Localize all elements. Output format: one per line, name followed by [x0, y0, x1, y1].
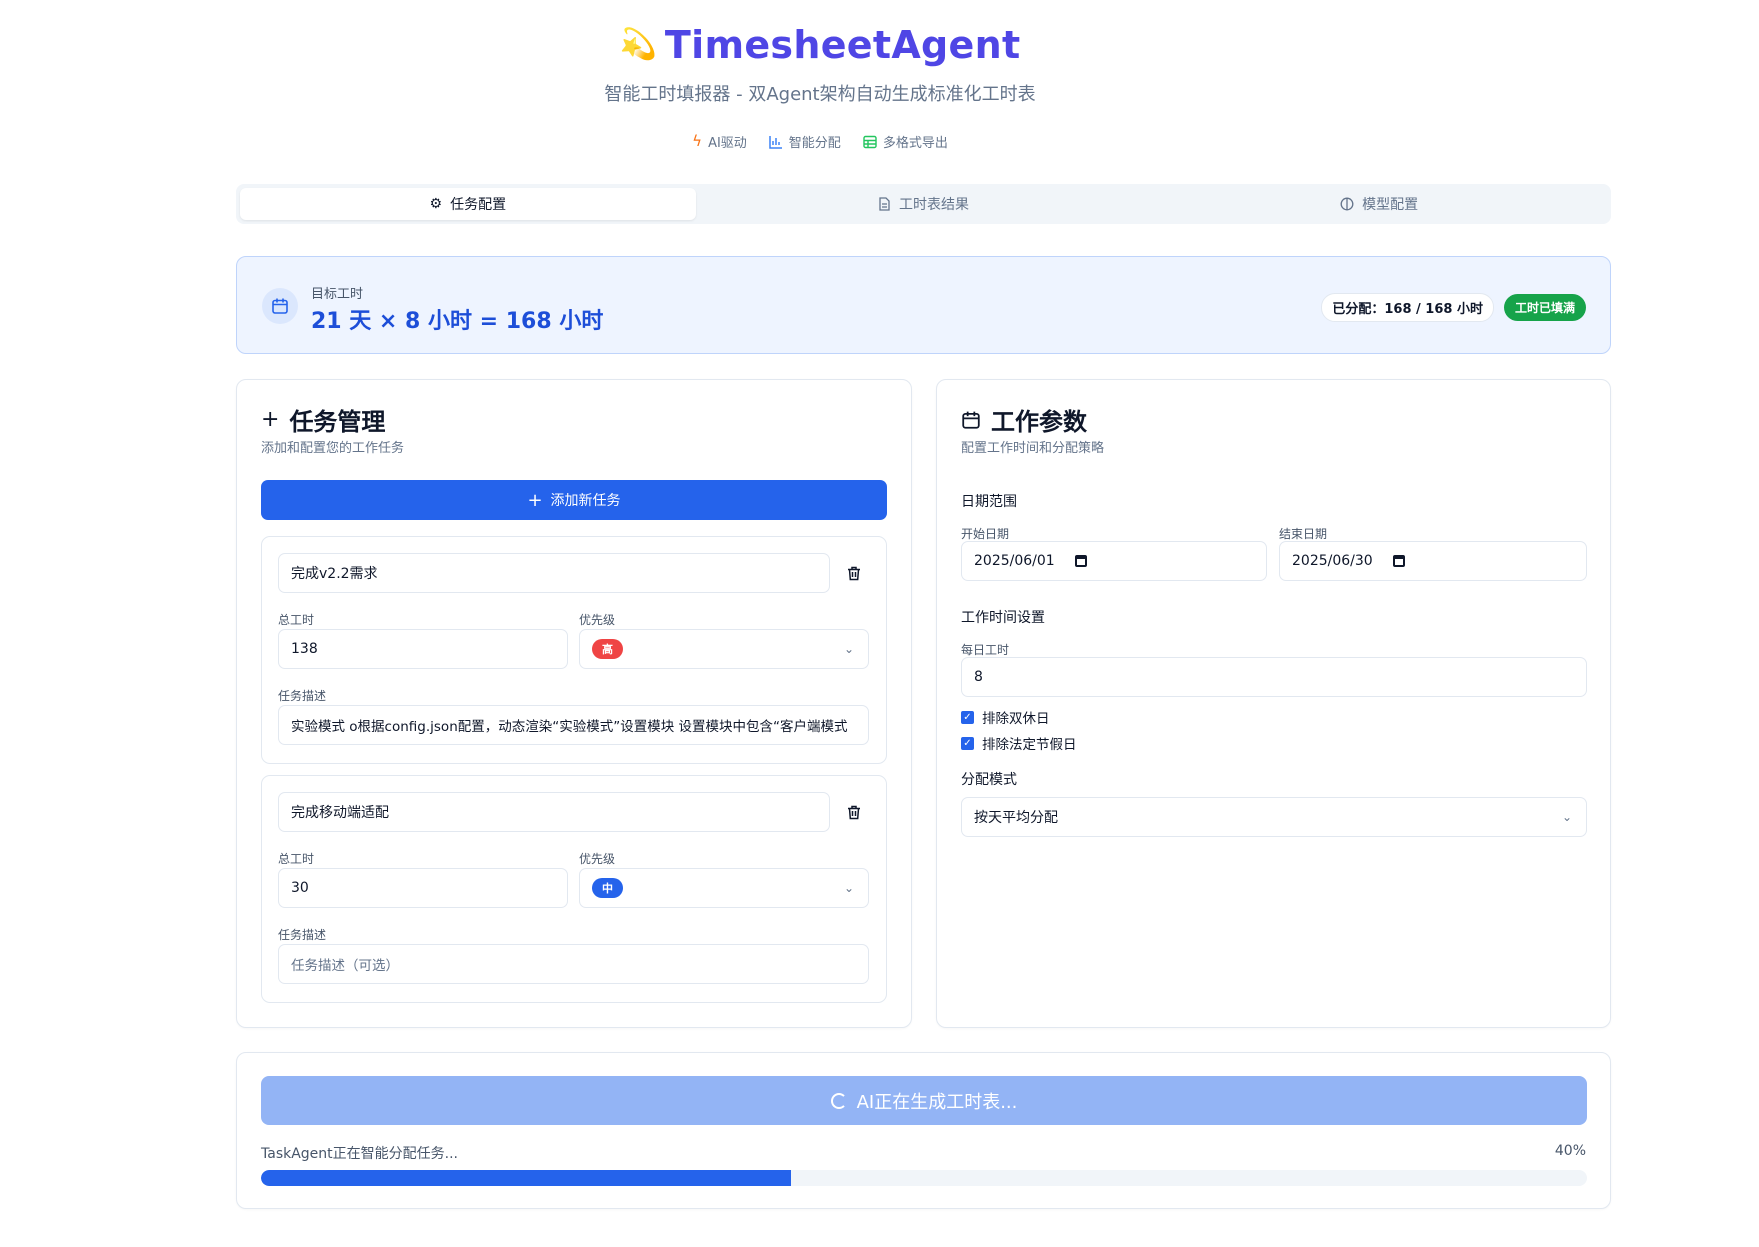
gear-icon: ⚙: [429, 196, 443, 212]
plus-icon: +: [261, 407, 280, 432]
calendar-icon: [962, 411, 980, 429]
end-date-label: 结束日期: [1279, 527, 1328, 541]
progress-status: TaskAgent正在智能分配任务...: [261, 1146, 459, 1162]
trash-icon[interactable]: [842, 800, 866, 824]
exclude-holidays-row[interactable]: ✓ 排除法定节假日: [961, 733, 1077, 753]
task-item: 完成移动端适配 总工时 优先级 30 中 ⌄ 任务描述 任务描述（可选）: [261, 775, 887, 1003]
work-params-card: 工作参数 配置工作时间和分配策略 日期范围 开始日期 结束日期 2025/06/…: [936, 379, 1611, 1028]
plus-icon: +: [527, 489, 543, 511]
feature-label: 智能分配: [788, 136, 841, 151]
exclude-weekends-row[interactable]: ✓ 排除双休日: [961, 707, 1050, 727]
start-date-label: 开始日期: [961, 527, 1010, 541]
feature-export: 多格式导出: [863, 132, 948, 151]
zap-icon: ϟ: [692, 132, 703, 150]
task-hours-input[interactable]: 30: [278, 868, 568, 908]
card-subtitle: 配置工作时间和分配策略: [961, 441, 1105, 456]
card-subtitle: 添加和配置您的工作任务: [261, 441, 405, 456]
tab-model-config[interactable]: 模型配置: [1151, 188, 1607, 220]
allocation-mode-select[interactable]: 按天平均分配 ⌄: [961, 797, 1587, 837]
task-name-input[interactable]: 完成v2.2需求: [278, 553, 830, 593]
tab-task-config[interactable]: ⚙ 任务配置: [240, 188, 696, 220]
feature-label: 多格式导出: [882, 136, 948, 151]
calendar-picker-icon[interactable]: [1074, 555, 1087, 567]
calendar-picker-icon[interactable]: [1392, 555, 1405, 567]
card-title: 任务管理: [289, 408, 386, 436]
feature-ai: ϟ AI驱动: [692, 132, 747, 152]
document-icon: [879, 197, 890, 211]
hours-label: 总工时: [278, 852, 315, 866]
task-management-card: + 任务管理 添加和配置您的工作任务 + 添加新任务 完成v2.2需求 总工时 …: [236, 379, 912, 1028]
task-description-input[interactable]: 实验模式 o根据config.json配置，动态渲染“实验模式”设置模块 设置模…: [278, 705, 869, 745]
generate-button[interactable]: AI正在生成工时表...: [261, 1076, 1587, 1125]
priority-badge: 中: [592, 878, 623, 898]
priority-label: 优先级: [579, 613, 616, 627]
allocation-mode-title: 分配模式: [961, 772, 1017, 788]
add-task-button[interactable]: + 添加新任务: [261, 480, 887, 520]
generation-card: AI正在生成工时表... TaskAgent正在智能分配任务... 40%: [236, 1052, 1611, 1209]
calendar-icon: [262, 288, 298, 324]
checkbox-checked[interactable]: ✓: [961, 736, 974, 750]
app-subtitle: 智能工时填报器 - 双Agent架构自动生成标准化工时表: [604, 84, 1036, 105]
checkbox-checked[interactable]: ✓: [961, 710, 974, 724]
feature-allocation: 智能分配: [769, 132, 841, 151]
exclude-weekends-label: 排除双休日: [982, 711, 1050, 727]
card-title: 工作参数: [991, 408, 1087, 436]
end-date-input[interactable]: 2025/06/30: [1279, 541, 1587, 581]
tab-label: 工时表结果: [899, 197, 969, 213]
loading-spinner-icon: [830, 1092, 847, 1109]
feature-list: ϟ AI驱动 智能分配 多格式导出: [0, 132, 1640, 152]
progress-fill: [261, 1170, 792, 1186]
model-icon: [1340, 197, 1354, 211]
app-header: 💫 TimesheetAgent: [0, 20, 1640, 70]
description-label: 任务描述: [278, 689, 327, 703]
priority-select[interactable]: 高 ⌄: [579, 629, 869, 669]
target-value: 21 天 × 8 小时 = 168 小时: [311, 309, 604, 334]
sparkle-star-logo-icon: 💫: [619, 27, 657, 62]
task-name-input[interactable]: 完成移动端适配: [278, 792, 830, 832]
daily-hours-label: 每日工时: [961, 643, 1010, 657]
priority-select[interactable]: 中 ⌄: [579, 868, 869, 908]
bar-chart-icon: [769, 135, 782, 149]
table-icon: [863, 135, 877, 148]
hours-label: 总工时: [278, 613, 315, 627]
status-badge: 工时已填满: [1503, 294, 1586, 321]
progress-bar: [261, 1170, 1587, 1186]
chevron-down-icon: ⌄: [843, 642, 854, 656]
tab-label: 任务配置: [450, 197, 507, 213]
exclude-holidays-label: 排除法定节假日: [982, 737, 1077, 753]
work-time-title: 工作时间设置: [961, 610, 1045, 626]
target-label: 目标工时: [311, 287, 364, 302]
daily-hours-input[interactable]: 8: [961, 657, 1587, 697]
priority-label: 优先级: [579, 852, 616, 866]
description-label: 任务描述: [278, 928, 327, 942]
task-item: 完成v2.2需求 总工时 优先级 138 高 ⌄ 任务描述 实验模式 o根据co…: [261, 536, 887, 764]
chevron-down-icon: ⌄: [843, 881, 854, 895]
progress-percent: 40%: [1554, 1143, 1586, 1159]
start-date-input[interactable]: 2025/06/01: [961, 541, 1267, 581]
tab-timesheet-result[interactable]: 工时表结果: [696, 188, 1152, 220]
app-title: TimesheetAgent: [664, 23, 1021, 67]
target-hours-banner: 目标工时 21 天 × 8 小时 = 168 小时 已分配：168 / 168 …: [236, 256, 1611, 354]
task-hours-input[interactable]: 138: [278, 629, 568, 669]
allocated-hours-badge: 已分配：168 / 168 小时: [1321, 293, 1494, 322]
trash-icon[interactable]: [842, 561, 866, 585]
priority-badge: 高: [592, 639, 623, 659]
feature-label: AI驱动: [708, 136, 747, 151]
task-description-input[interactable]: 任务描述（可选）: [278, 944, 869, 984]
tab-label: 模型配置: [1362, 197, 1419, 213]
date-range-title: 日期范围: [961, 494, 1017, 510]
main-tabs: ⚙ 任务配置 工时表结果 模型配置: [236, 184, 1611, 224]
chevron-down-icon: ⌄: [1561, 810, 1572, 824]
